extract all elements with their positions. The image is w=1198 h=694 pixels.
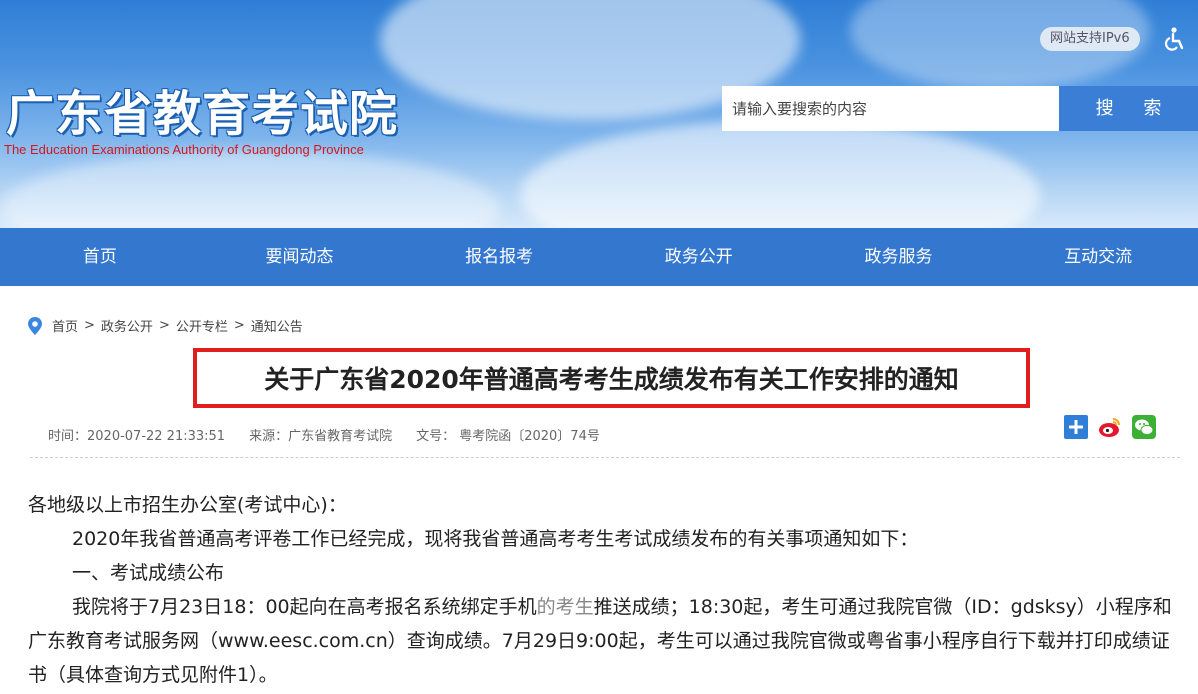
salutation: 各地级以上市招生办公室(考试中心)： <box>28 494 347 516</box>
breadcrumb-notices[interactable]: 通知公告 <box>251 316 303 335</box>
article-title-box: 关于广东省2020年普通高考考生成绩发布有关工作安排的通知 <box>193 348 1030 408</box>
site-header: 广东省教育考试院 The Education Examinations Auth… <box>0 0 1198 228</box>
nav-item-registration[interactable]: 报名报考 <box>399 228 599 286</box>
main-nav: 首页 要闻动态 报名报考 政务公开 政务服务 互动交流 <box>0 228 1198 286</box>
meta-divider <box>30 457 1180 458</box>
publish-time: 时间：2020-07-22 21:33:51 <box>48 429 226 444</box>
paragraph: 2020年我省普通高考评卷工作已经完成，现将我省普通高考考生考试成绩发布的有关事… <box>72 528 919 550</box>
breadcrumb-column[interactable]: 公开专栏 <box>176 316 228 335</box>
breadcrumb: 首页 > 政务公开 > 公开专栏 > 通知公告 <box>28 316 303 335</box>
article-body: 各地级以上市招生办公室(考试中心)： 2020年我省普通高考评卷工作已经完成，现… <box>28 488 1188 692</box>
section-heading: 一、考试成绩公布 <box>72 562 225 584</box>
search-button[interactable]: 搜 索 <box>1059 86 1198 131</box>
share-plus-icon[interactable] <box>1064 415 1088 439</box>
article-title: 关于广东省2020年普通高考考生成绩发布有关工作安排的通知 <box>264 365 959 394</box>
paragraph-text: 我院将于7月23日18：00起向在高考报名系统绑定手机 <box>72 596 537 618</box>
search-input[interactable] <box>722 86 1059 131</box>
weibo-share-icon[interactable] <box>1098 415 1122 439</box>
article-meta: 时间：2020-07-22 21:33:51 来源：广东省教育考试院 文号： 粤… <box>48 425 624 444</box>
breadcrumb-separator: > <box>233 318 245 333</box>
location-pin-icon <box>28 316 42 335</box>
cloud-decoration <box>0 150 500 228</box>
site-logo-cn[interactable]: 广东省教育考试院 <box>6 74 398 144</box>
breadcrumb-home[interactable]: 首页 <box>52 316 78 335</box>
breadcrumb-separator: > <box>158 318 170 333</box>
breadcrumb-public-affairs[interactable]: 政务公开 <box>101 316 153 335</box>
ipv6-badge[interactable]: 网站支持IPv6 <box>1040 27 1140 51</box>
article-source: 来源：广东省教育考试院 <box>249 429 393 444</box>
nav-item-interaction[interactable]: 互动交流 <box>998 228 1198 286</box>
accessibility-icon[interactable] <box>1162 26 1188 52</box>
paragraph-text-gray: 的考生 <box>536 596 594 618</box>
cloud-decoration <box>520 120 1040 228</box>
paragraph: 我院将于7月23日18：00起向在高考报名系统绑定手机的考生推送成绩；18:30… <box>28 590 1188 692</box>
nav-item-home[interactable]: 首页 <box>0 228 200 286</box>
nav-item-public-affairs[interactable]: 政务公开 <box>599 228 799 286</box>
document-number: 文号： 粤考院函〔2020〕74号 <box>416 429 600 444</box>
breadcrumb-separator: > <box>84 318 95 333</box>
nav-item-news[interactable]: 要闻动态 <box>200 228 400 286</box>
site-logo-en: The Education Examinations Authority of … <box>4 142 364 157</box>
wechat-share-icon[interactable] <box>1132 415 1156 439</box>
nav-item-services[interactable]: 政务服务 <box>799 228 999 286</box>
